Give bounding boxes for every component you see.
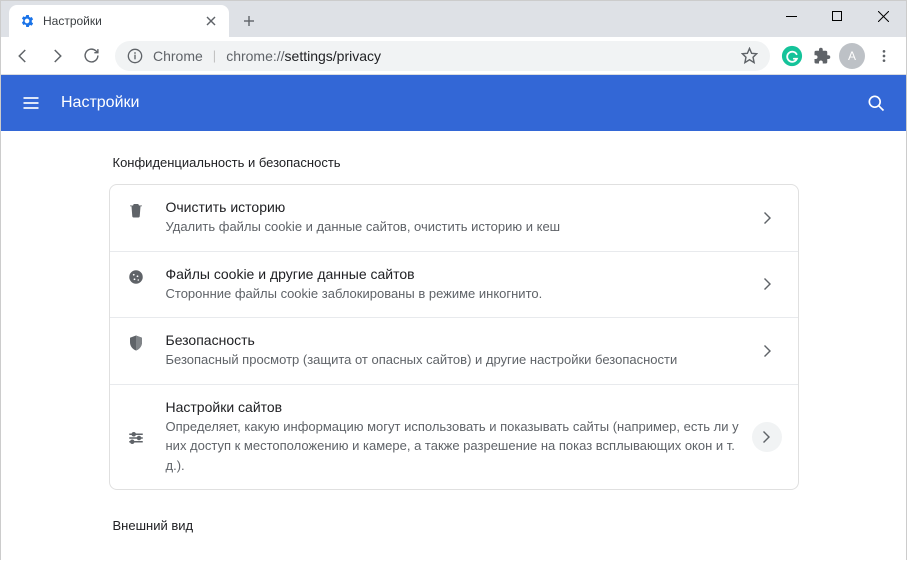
reload-button[interactable] (75, 40, 107, 72)
omnibox-scheme: Chrome (153, 48, 203, 64)
tab-title: Настройки (43, 14, 203, 28)
extension-grammarly-icon[interactable] (778, 42, 806, 70)
trash-icon (126, 201, 146, 219)
settings-content-scroll[interactable]: Конфиденциальность и безопасность Очисти… (1, 131, 906, 561)
cookie-icon (126, 268, 146, 286)
chevron-right-icon (754, 212, 782, 224)
row-title: Файлы cookie и другие данные сайтов (166, 266, 754, 282)
gear-icon (19, 13, 35, 29)
browser-menu-button[interactable] (868, 40, 900, 72)
section-privacy-title: Конфиденциальность и безопасность (109, 155, 799, 170)
settings-content: Конфиденциальность и безопасность Очисти… (109, 131, 799, 561)
sliders-icon (126, 429, 146, 447)
chevron-right-circle-icon (752, 422, 782, 452)
minimize-button[interactable] (768, 1, 814, 31)
window-controls (768, 1, 906, 31)
settings-header: Настройки (1, 75, 906, 131)
omnibox-separator: | (213, 48, 216, 63)
browser-toolbar: Chrome | chrome://settings/privacy А (1, 37, 906, 75)
security-row[interactable]: Безопасность Безопасный просмотр (защита… (110, 318, 798, 385)
search-icon[interactable] (864, 91, 888, 115)
row-subtitle: Определяет, какую информацию могут испол… (166, 417, 752, 476)
back-button[interactable] (7, 40, 39, 72)
chevron-right-icon (754, 278, 782, 290)
row-title: Очистить историю (166, 199, 754, 215)
profile-avatar[interactable]: А (838, 42, 866, 70)
browser-tab[interactable]: Настройки (9, 5, 229, 37)
privacy-card: Очистить историю Удалить файлы cookie и … (109, 184, 799, 490)
maximize-button[interactable] (814, 1, 860, 31)
row-subtitle: Безопасный просмотр (защита от опасных с… (166, 350, 754, 370)
extensions-puzzle-icon[interactable] (808, 42, 836, 70)
address-bar[interactable]: Chrome | chrome://settings/privacy (115, 41, 770, 71)
row-subtitle: Сторонние файлы cookie заблокированы в р… (166, 284, 754, 304)
chevron-right-icon (754, 345, 782, 357)
site-info-icon[interactable] (127, 48, 143, 64)
cookies-row[interactable]: Файлы cookie и другие данные сайтов Стор… (110, 252, 798, 319)
section-appearance-title: Внешний вид (109, 518, 799, 533)
hamburger-menu-icon[interactable] (19, 91, 43, 115)
site-settings-row[interactable]: Настройки сайтов Определяет, какую инфор… (110, 385, 798, 490)
close-tab-icon[interactable] (203, 13, 219, 29)
forward-button[interactable] (41, 40, 73, 72)
bookmark-star-icon[interactable] (741, 47, 758, 64)
omnibox-url: chrome://settings/privacy (226, 48, 381, 64)
shield-icon (126, 334, 146, 352)
new-tab-button[interactable] (235, 7, 263, 35)
close-window-button[interactable] (860, 1, 906, 31)
row-subtitle: Удалить файлы cookie и данные сайтов, оч… (166, 217, 754, 237)
settings-title: Настройки (61, 94, 139, 112)
clear-browsing-data-row[interactable]: Очистить историю Удалить файлы cookie и … (110, 185, 798, 252)
row-title: Настройки сайтов (166, 399, 752, 415)
window-titlebar: Настройки (1, 1, 906, 37)
row-title: Безопасность (166, 332, 754, 348)
